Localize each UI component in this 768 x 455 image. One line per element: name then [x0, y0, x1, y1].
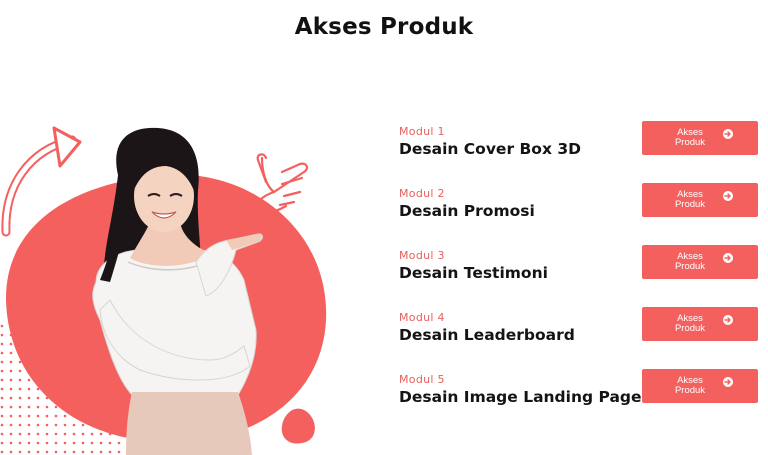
access-button-label: Akses Produk	[674, 375, 706, 396]
arrow-right-circle-icon	[723, 377, 733, 387]
arrow-right-circle-icon	[723, 253, 733, 263]
module-item: Modul 4 Desain Leaderboard Akses Produk	[399, 307, 768, 353]
hero-illustration	[0, 120, 340, 455]
access-product-button[interactable]: Akses Produk	[642, 307, 758, 341]
module-list: Modul 1 Desain Cover Box 3D Akses Produk…	[399, 0, 768, 455]
module-number: Modul 3	[399, 249, 445, 262]
hero-graphic	[0, 126, 327, 455]
arrow-right-circle-icon	[723, 191, 733, 201]
module-number: Modul 5	[399, 373, 445, 386]
access-button-label: Akses Produk	[674, 189, 706, 210]
access-product-button[interactable]: Akses Produk	[642, 183, 758, 217]
module-item: Modul 5 Desain Image Landing Page Akses …	[399, 369, 768, 415]
small-blob	[281, 408, 315, 444]
access-button-label: Akses Produk	[674, 127, 706, 148]
arrow-right-circle-icon	[723, 129, 733, 139]
module-title: Desain Leaderboard	[399, 326, 575, 344]
module-number: Modul 2	[399, 187, 445, 200]
access-product-button[interactable]: Akses Produk	[642, 121, 758, 155]
module-number: Modul 4	[399, 311, 445, 324]
module-title: Desain Promosi	[399, 202, 535, 220]
module-item: Modul 3 Desain Testimoni Akses Produk	[399, 245, 768, 291]
arrow-right-circle-icon	[723, 315, 733, 325]
access-button-label: Akses Produk	[674, 313, 706, 334]
module-title: Desain Cover Box 3D	[399, 140, 581, 158]
module-title: Desain Image Landing Page	[399, 388, 642, 406]
access-product-button[interactable]: Akses Produk	[642, 245, 758, 279]
module-number: Modul 1	[399, 125, 445, 138]
access-button-label: Akses Produk	[674, 251, 706, 272]
module-title: Desain Testimoni	[399, 264, 548, 282]
module-item: Modul 2 Desain Promosi Akses Produk	[399, 183, 768, 229]
access-product-button[interactable]: Akses Produk	[642, 369, 758, 403]
module-item: Modul 1 Desain Cover Box 3D Akses Produk	[399, 121, 768, 167]
